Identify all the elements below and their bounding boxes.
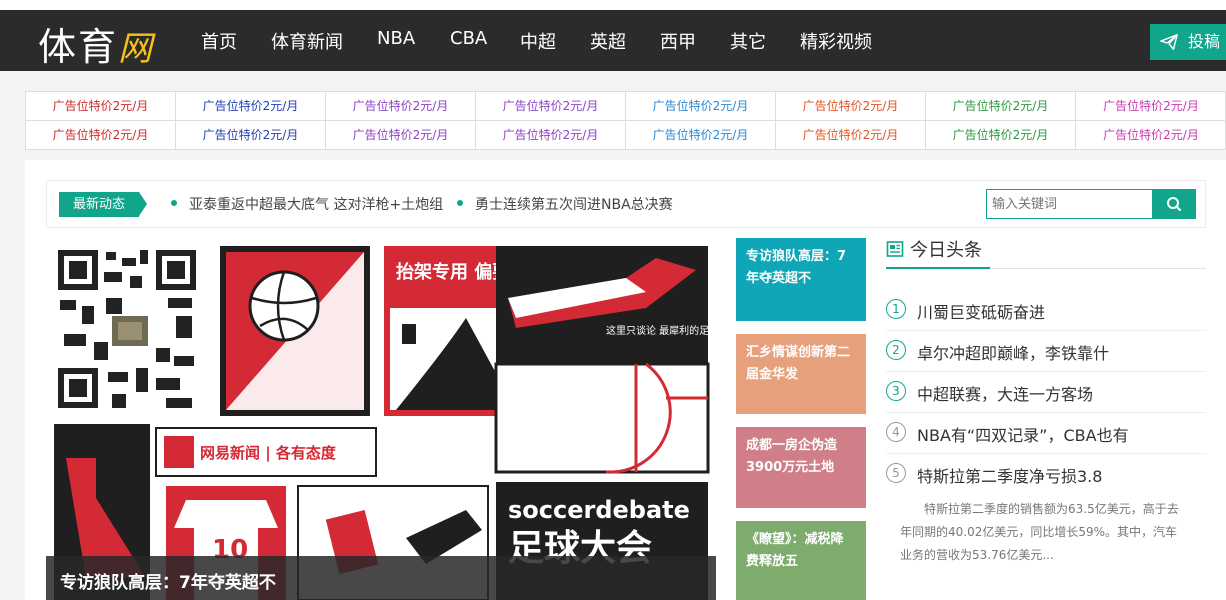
ad-slot[interactable]: 广告位特价2元/月 [926, 121, 1076, 150]
headline-text: 特斯拉第二季度净亏损3.8 [917, 467, 1103, 486]
feature-tile[interactable]: 成都一房企伪造3900万元土地 [736, 427, 866, 508]
poster-quote-text: 这里只谈论 最犀利的足球观点 [606, 324, 716, 337]
headline-text: 川蜀巨变砥砺奋进 [917, 303, 1046, 322]
headline-number: 1 [886, 299, 906, 319]
ad-slot[interactable]: 广告位特价2元/月 [476, 121, 626, 150]
headline-number: 5 [886, 463, 906, 483]
headline-item[interactable]: 1 川蜀巨变砥砺奋进 [886, 290, 1206, 331]
ticker-item[interactable]: 亚泰重返中超最大底气 这对洋枪+土炮组 [171, 194, 443, 214]
headline-number: 3 [886, 381, 906, 401]
nav-item-nba[interactable]: NBA [377, 28, 415, 49]
nav-item-videos[interactable]: 精彩视频 [800, 28, 872, 54]
headline-item[interactable]: 2 卓尔冲超即巅峰，李铁靠什 [886, 331, 1206, 372]
submit-label: 投稿 [1188, 32, 1221, 51]
section-divider [886, 267, 1206, 269]
qr-code-icon [54, 246, 204, 416]
headline-number: 2 [886, 340, 906, 360]
search-input[interactable] [986, 189, 1154, 219]
top-strip [0, 0, 1226, 10]
bullet-icon [171, 200, 177, 206]
ad-slot[interactable]: 广告位特价2元/月 [1076, 121, 1226, 150]
headline-summary: 特斯拉第二季度的销售额为63.5亿美元，高于去年同期的40.02亿美元，同比增长… [900, 502, 1179, 562]
ad-slot[interactable]: 广告位特价2元/月 [26, 121, 176, 150]
ad-slot[interactable]: 广告位特价2元/月 [176, 121, 326, 150]
news-ticker-bar: 最新动态 亚泰重返中超最大底气 这对洋枪+土炮组 勇士连续第五次闯进NBA总决赛 [46, 180, 1206, 228]
headline-text: 中超联赛，大连一方客场 [917, 385, 1094, 404]
headline-text: 卓尔冲超即巅峰，李铁靠什 [917, 344, 1110, 363]
submit-article-button[interactable]: 投稿 [1150, 24, 1226, 60]
ad-slot[interactable]: 广告位特价2元/月 [926, 92, 1076, 121]
featured-poster[interactable]: 抬架专用 偏要较真 这里只谈论 最犀利的足球观点 网易新闻 | 各有态度 10 … [46, 238, 716, 600]
ticker-item[interactable]: 勇士连续第五次闯进NBA总决赛 [457, 194, 673, 214]
ad-slot[interactable]: 广告位特价2元/月 [176, 92, 326, 121]
ad-slot[interactable]: 广告位特价2元/月 [326, 121, 476, 150]
nav-item-cba[interactable]: CBA [450, 28, 487, 49]
ad-slot[interactable]: 广告位特价2元/月 [26, 92, 176, 121]
poster-badge-text: 网易新闻 | 各有态度 [200, 444, 337, 463]
headline-number: 4 [886, 422, 906, 442]
ticker-text: 勇士连续第五次闯进NBA总决赛 [475, 197, 673, 213]
feature-tile[interactable]: 专访狼队高层：7年夺英超不 [736, 238, 866, 321]
ad-slot[interactable]: 广告位特价2元/月 [776, 92, 926, 121]
feature-tile[interactable]: 《瞭望》：减税降费释放五 [736, 521, 866, 600]
tag-arrow [139, 192, 147, 216]
poster-caption[interactable]: 专访狼队高层：7年夺英超不 [46, 556, 716, 600]
paper-plane-icon [1160, 34, 1178, 50]
ad-slot[interactable]: 广告位特价2元/月 [626, 92, 776, 121]
site-logo[interactable]: 体育网 [38, 16, 154, 71]
logo-main: 体育 [38, 25, 119, 69]
ad-slot[interactable]: 广告位特价2元/月 [626, 121, 776, 150]
poster-artwork: 抬架专用 偏要较真 这里只谈论 最犀利的足球观点 网易新闻 | 各有态度 10 … [46, 238, 716, 600]
ad-slot[interactable]: 广告位特价2元/月 [1076, 92, 1226, 121]
headline-item[interactable]: 5 特斯拉第二季度净亏损3.8 [886, 454, 1206, 495]
nav-item-premier-league[interactable]: 英超 [590, 28, 626, 54]
headline-text: NBA有“四双记录”，CBA也有 [917, 426, 1129, 445]
nav-item-home[interactable]: 首页 [201, 28, 237, 54]
ad-slot[interactable]: 广告位特价2元/月 [476, 92, 626, 121]
ad-grid: 广告位特价2元/月 广告位特价2元/月 广告位特价2元/月 广告位特价2元/月 广告位特… [25, 91, 1226, 150]
logo-accent: 网 [118, 29, 155, 69]
ticker-text: 亚泰重返中超最大底气 这对洋枪+土炮组 [189, 197, 444, 213]
search-icon [1167, 197, 1182, 212]
feature-tile[interactable]: 汇乡情谋创新第二届金华发 [736, 334, 866, 414]
headline-item[interactable]: 3 中超联赛，大连一方客场 [886, 372, 1206, 413]
divider-accent [886, 267, 990, 269]
headline-item[interactable]: 4 NBA有“四双记录”，CBA也有 [886, 413, 1206, 454]
bullet-icon [457, 200, 463, 206]
nav-item-sports-news[interactable]: 体育新闻 [271, 28, 343, 54]
newspaper-icon [886, 241, 904, 257]
nav-item-others[interactable]: 其它 [730, 28, 766, 54]
main-navbar: 体育网 首页 体育新闻 NBA CBA 中超 英超 西甲 其它 精彩视频 投稿 [0, 10, 1226, 71]
latest-news-tag: 最新动态 [59, 192, 139, 217]
ad-slot[interactable]: 广告位特价2元/月 [326, 92, 476, 121]
nav-item-csl[interactable]: 中超 [520, 28, 556, 54]
nav-item-la-liga[interactable]: 西甲 [660, 28, 696, 54]
ad-slot[interactable]: 广告位特价2元/月 [776, 121, 926, 150]
today-headlines-title: 今日头条 [910, 240, 982, 261]
search-button[interactable] [1152, 189, 1196, 219]
poster-en-title: soccerdebate [508, 496, 690, 524]
